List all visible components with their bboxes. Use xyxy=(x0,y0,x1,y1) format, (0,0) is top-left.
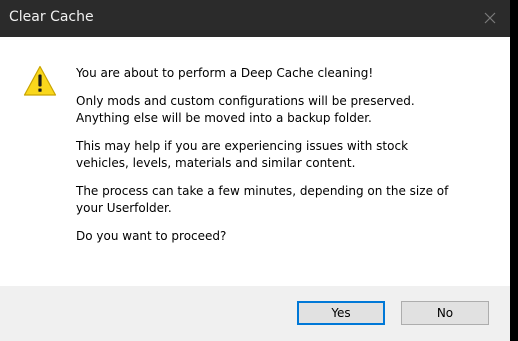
message-line-warning: You are about to perform a Deep Cache cl… xyxy=(76,66,374,80)
message-line-help: This may help if you are experiencing is… xyxy=(76,139,409,170)
message-line-question: Do you want to proceed? xyxy=(76,229,227,243)
window-title: Clear Cache xyxy=(9,9,94,25)
message-text: You are about to perform a Deep Cache cl… xyxy=(76,65,496,256)
title-bar: Clear Cache xyxy=(0,0,510,37)
background-edge xyxy=(510,0,518,341)
close-button[interactable] xyxy=(476,5,504,31)
clear-cache-dialog: Clear Cache You are about to perform a D… xyxy=(0,0,510,341)
no-button[interactable]: No xyxy=(401,301,489,325)
yes-button[interactable]: Yes xyxy=(297,301,385,325)
close-icon xyxy=(484,12,496,24)
button-bar: Yes No xyxy=(0,286,510,341)
message-line-duration: The process can take a few minutes, depe… xyxy=(76,184,449,215)
message-line-preserved: Only mods and custom configurations will… xyxy=(76,94,415,125)
dialog-content: You are about to perform a Deep Cache cl… xyxy=(0,37,510,286)
warning-icon xyxy=(23,65,57,96)
